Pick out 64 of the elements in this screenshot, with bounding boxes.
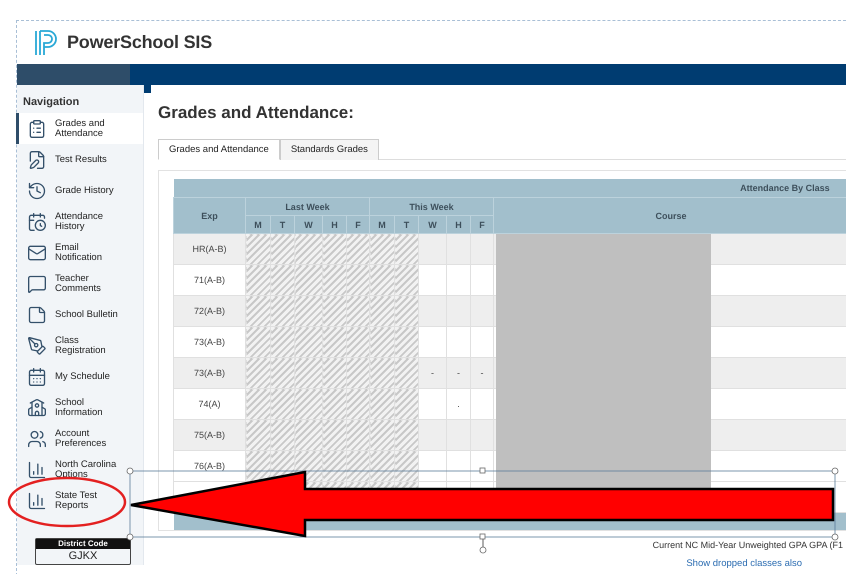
- school-icon: [27, 398, 47, 418]
- column-header: F: [470, 216, 494, 234]
- column-header: W: [294, 216, 322, 234]
- column-header: T: [394, 216, 418, 234]
- column-header: M: [370, 216, 394, 234]
- nav-item[interactable]: North Carolina Options: [16, 454, 143, 485]
- nav-item[interactable]: Teacher Comments: [16, 268, 143, 299]
- mail-icon: [27, 242, 47, 262]
- nav-item[interactable]: My Schedule: [16, 361, 143, 392]
- column-header: F: [346, 216, 370, 234]
- clipboard-icon: [27, 118, 47, 138]
- column-header: Exp: [174, 198, 246, 234]
- nav-item[interactable]: Attendance History: [16, 206, 143, 237]
- column-header: H: [446, 216, 470, 234]
- edit-icon: [27, 150, 47, 170]
- table-cell: .: [446, 388, 470, 420]
- table-cell: -: [470, 358, 494, 388]
- column-header: W: [418, 216, 446, 234]
- nav-item[interactable]: Email Notification: [16, 237, 143, 268]
- tab[interactable]: Grades and Attendance: [158, 139, 280, 160]
- nav-item[interactable]: School Information: [16, 392, 143, 423]
- logo-icon: [33, 28, 59, 56]
- table-cell: 76(A-B): [174, 450, 246, 482]
- district-code-value: GJKX: [68, 549, 98, 564]
- table-cell: 73(A-B): [174, 326, 246, 358]
- column-header: Last Week: [246, 198, 370, 216]
- district-code-label: District Code: [36, 539, 130, 549]
- page-title: Grades and Attendance:: [158, 103, 355, 123]
- table-cell: HR(A-B): [174, 234, 246, 264]
- table-cell: -: [446, 358, 470, 388]
- dropped-classes-link[interactable]: Show dropped classes also: [686, 558, 802, 569]
- table-cell: 73(A-B): [174, 358, 246, 388]
- nav-item[interactable]: Test Results: [16, 144, 143, 175]
- history-icon: [27, 180, 47, 200]
- table-cell: -: [418, 358, 446, 388]
- nav-item[interactable]: State Test Reports: [16, 485, 143, 516]
- users-icon: [27, 428, 47, 448]
- nav-item[interactable]: Account Preferences: [16, 423, 143, 454]
- app-logo-text: PowerSchool SIS: [67, 32, 212, 53]
- table-cell: 74(A): [174, 388, 246, 420]
- group-header: Attendance By Class: [174, 179, 846, 198]
- message-icon: [27, 274, 47, 294]
- column-header: Course: [494, 198, 846, 234]
- table-cell: 72(A-B): [174, 296, 246, 326]
- nav-item[interactable]: School Bulletin: [16, 299, 143, 330]
- bar-chart-icon: [27, 490, 47, 510]
- calendar-clock-icon: [27, 212, 47, 232]
- bar-chart-icon: [27, 460, 47, 480]
- calendar-icon: [27, 366, 47, 386]
- nav-item[interactable]: Grade History: [16, 175, 143, 206]
- gpa-text: Current NC Mid-Year Unweighted GPA GPA (F1: [652, 540, 843, 550]
- column-header: M: [246, 216, 270, 234]
- table-cell: 75(A-B): [174, 420, 246, 450]
- pen-icon: [27, 336, 47, 356]
- column-header: T: [270, 216, 294, 234]
- column-header: H: [322, 216, 346, 234]
- collapse-handle[interactable]: [144, 85, 151, 93]
- tab[interactable]: Standards Grades: [280, 139, 379, 160]
- table-cell: 71(A-B): [174, 264, 246, 296]
- note-icon: [27, 304, 47, 324]
- column-header: This Week: [370, 198, 494, 216]
- nav-item[interactable]: Class Registration: [16, 330, 143, 361]
- nav-item[interactable]: Grades and Attendance: [16, 113, 143, 144]
- navigation-title: Navigation: [22, 95, 80, 110]
